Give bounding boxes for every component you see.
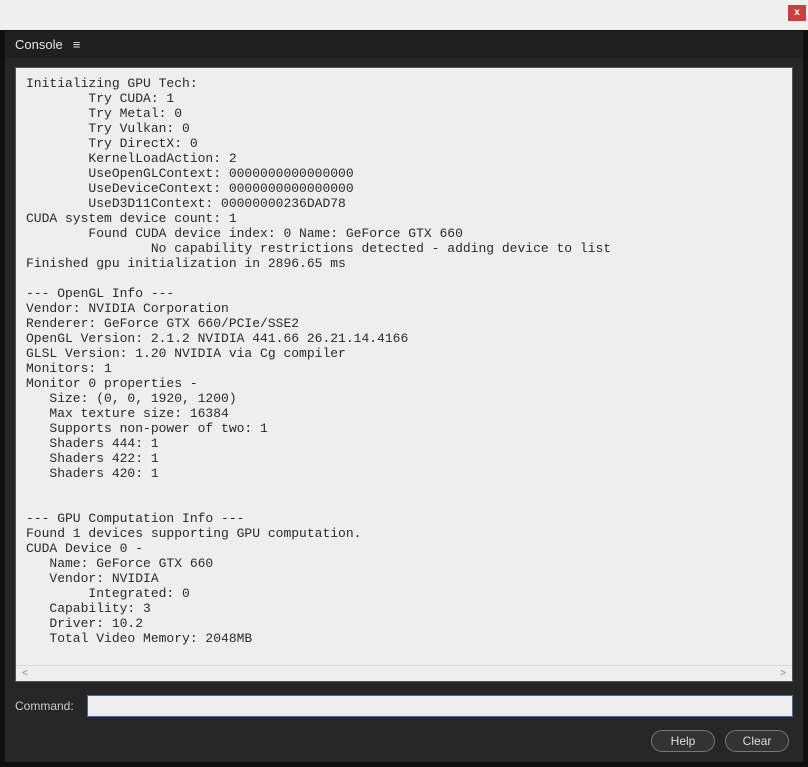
output-scroll[interactable]: Initializing GPU Tech: Try CUDA: 1 Try M… <box>16 68 792 665</box>
button-row: Help Clear <box>651 730 789 752</box>
tab-console[interactable]: Console <box>15 37 63 52</box>
title-bar: x <box>0 0 808 30</box>
panel-menu-icon[interactable]: ≡ <box>73 37 80 52</box>
console-body: Initializing GPU Tech: Try CUDA: 1 Try M… <box>15 67 793 682</box>
command-label: Command: <box>15 699 77 713</box>
command-row: Command: <box>15 694 793 718</box>
command-input[interactable] <box>87 695 793 717</box>
help-button[interactable]: Help <box>651 730 715 752</box>
output-area: Initializing GPU Tech: Try CUDA: 1 Try M… <box>15 67 793 682</box>
close-icon: x <box>794 7 800 18</box>
clear-button[interactable]: Clear <box>725 730 789 752</box>
scroll-right-icon[interactable]: > <box>780 668 786 679</box>
console-output-text: Initializing GPU Tech: Try CUDA: 1 Try M… <box>16 68 792 654</box>
app-window: x Console ≡ Initializing GPU Tech: Try C… <box>0 0 808 767</box>
horizontal-scrollbar[interactable]: < > <box>16 665 792 681</box>
scroll-left-icon[interactable]: < <box>22 668 28 679</box>
close-button[interactable]: x <box>788 5 806 21</box>
console-panel: Console ≡ Initializing GPU Tech: Try CUD… <box>4 30 804 763</box>
tab-bar: Console ≡ <box>5 31 803 58</box>
